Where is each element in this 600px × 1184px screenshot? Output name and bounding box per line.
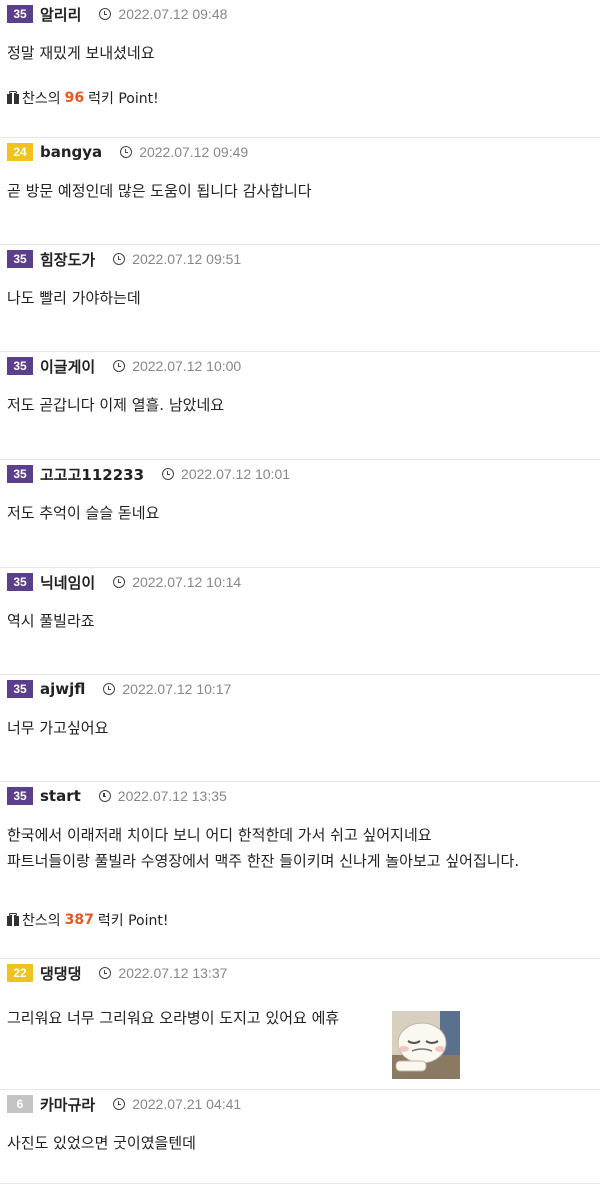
clock-icon bbox=[103, 683, 116, 695]
comment-text-line: 한국에서 이래저래 치이다 보니 어디 한적한데 가서 쉬고 싶어지네요 bbox=[7, 826, 432, 844]
comment-header: 6 카마규라 2022.07.21 04:41 bbox=[7, 1094, 242, 1115]
lucky-number: 96 bbox=[64, 90, 85, 106]
level-badge: 35 bbox=[7, 465, 33, 483]
comment-header: 35 닉네임이 2022.07.12 10:14 bbox=[7, 572, 242, 593]
comment-date: 2022.07.12 09:51 bbox=[132, 251, 242, 267]
comment-date: 2022.07.12 13:35 bbox=[117, 788, 227, 804]
comment-body: 저도 곧갑니다 이제 열흘. 남았네요 bbox=[7, 392, 224, 418]
lucky-suffix: 럭키 Point! bbox=[88, 91, 159, 107]
clock-icon bbox=[98, 790, 111, 802]
clock-icon bbox=[113, 253, 126, 265]
clock-icon bbox=[99, 967, 112, 979]
comment-body: 곧 방문 예정인데 많은 도움이 됩니다 감사합니다 bbox=[7, 178, 312, 204]
gift-icon bbox=[7, 913, 19, 926]
author-nickname[interactable]: bangya bbox=[40, 143, 102, 161]
comment-text-line: 그리워요 너무 그리워요 오라병이 도지고 있어요 에휴 bbox=[7, 1009, 340, 1027]
comment-date: 2022.07.12 13:37 bbox=[118, 965, 228, 981]
comment-item: 35 힘장도가 2022.07.12 09:51 나도 빨리 가야하는데 bbox=[0, 245, 600, 352]
clock-icon bbox=[120, 146, 133, 158]
lucky-suffix: 럭키 Point! bbox=[97, 913, 169, 929]
comment-body: 그리워요 너무 그리워요 오라병이 도지고 있어요 에휴 bbox=[7, 1005, 339, 1031]
level-badge: 35 bbox=[7, 250, 33, 268]
comment-text-line: 나도 빨리 가야하는데 bbox=[7, 289, 141, 307]
author-nickname[interactable]: 알리리 bbox=[40, 4, 81, 25]
author-nickname[interactable]: 이글게이 bbox=[40, 356, 95, 377]
level-badge: 22 bbox=[7, 964, 33, 982]
clock-icon bbox=[99, 8, 112, 20]
comment-text-line: 파트너들이랑 풀빌라 수영장에서 맥주 한잔 들이키며 신나게 놀아보고 싶어집… bbox=[7, 852, 520, 870]
comment-text-line: 저도 곧갑니다 이제 열흘. 남았네요 bbox=[7, 396, 225, 414]
comment-body: 사진도 있었으면 굿이였을텐데 bbox=[7, 1130, 196, 1156]
clock-icon bbox=[113, 1098, 126, 1110]
comment-item: 22 댕댕댕 2022.07.12 13:37 그리워요 너무 그리워요 오라병이 도… bbox=[0, 959, 600, 1090]
level-badge: 6 bbox=[7, 1095, 33, 1113]
level-badge: 35 bbox=[7, 573, 33, 591]
comment-item: 35 닉네임이 2022.07.12 10:14 역시 풀빌라죠 bbox=[0, 568, 600, 675]
comment-header: 35 이글게이 2022.07.12 10:00 bbox=[7, 356, 242, 377]
crying-emoticon bbox=[392, 1011, 460, 1079]
clock-icon bbox=[113, 360, 126, 372]
comment-date: 2022.07.12 10:17 bbox=[122, 681, 232, 697]
clock-icon bbox=[113, 576, 126, 588]
clock-icon bbox=[162, 468, 175, 480]
lucky-point: 찬스의 387 럭키 Point! bbox=[7, 910, 168, 930]
comment-header: 35 알리리 2022.07.12 09:48 bbox=[7, 4, 228, 25]
lucky-prefix: 찬스의 bbox=[22, 913, 61, 929]
comment-text-line: 저도 추억이 슬슬 돋네요 bbox=[7, 504, 160, 522]
comment-item: 35 알리리 2022.07.12 09:48 정말 재밌게 보내셨네요찬스의 96 럭키… bbox=[0, 0, 600, 138]
gift-icon bbox=[7, 91, 19, 104]
comment-date: 2022.07.12 10:00 bbox=[132, 358, 242, 374]
comment-header: 35 ajwjfl 2022.07.12 10:17 bbox=[7, 680, 231, 698]
comment-body: 나도 빨리 가야하는데 bbox=[7, 285, 141, 311]
comment-body: 역시 풀빌라죠 bbox=[7, 608, 95, 634]
comment-text-line: 곧 방문 예정인데 많은 도움이 됩니다 감사합니다 bbox=[7, 182, 312, 200]
comment-date: 2022.07.12 09:49 bbox=[139, 144, 249, 160]
author-nickname[interactable]: 닉네임이 bbox=[40, 572, 95, 593]
level-badge: 35 bbox=[7, 787, 33, 805]
level-badge: 35 bbox=[7, 5, 33, 23]
level-badge: 24 bbox=[7, 143, 33, 161]
comment-text-line: 너무 가고싶어요 bbox=[7, 719, 109, 737]
level-badge: 35 bbox=[7, 357, 33, 375]
comment-body: 너무 가고싶어요 bbox=[7, 715, 108, 741]
comment-date: 2022.07.12 10:01 bbox=[181, 466, 291, 482]
comment-header: 35 start 2022.07.12 13:35 bbox=[7, 787, 227, 805]
comment-date: 2022.07.21 04:41 bbox=[132, 1096, 242, 1112]
level-badge: 35 bbox=[7, 680, 33, 698]
author-nickname[interactable]: start bbox=[40, 787, 81, 805]
comment-header: 22 댕댕댕 2022.07.12 13:37 bbox=[7, 963, 228, 984]
author-nickname[interactable]: 힘장도가 bbox=[40, 249, 95, 270]
author-nickname[interactable]: ajwjfl bbox=[40, 680, 85, 698]
lucky-prefix: 찬스의 bbox=[22, 91, 61, 107]
author-nickname[interactable]: 댕댕댕 bbox=[40, 963, 81, 984]
comment-date: 2022.07.12 10:14 bbox=[132, 574, 242, 590]
comment-item: 6 카마규라 2022.07.21 04:41 사진도 있었으면 굿이였을텐데 bbox=[0, 1090, 600, 1184]
comment-item: 35 고고고112233 2022.07.12 10:01 저도 추억이 슬슬 돋네요 bbox=[0, 460, 600, 568]
comment-header: 35 힘장도가 2022.07.12 09:51 bbox=[7, 249, 242, 270]
comment-header: 35 고고고112233 2022.07.12 10:01 bbox=[7, 464, 291, 485]
comment-body: 저도 추억이 슬슬 돋네요 bbox=[7, 500, 159, 526]
comment-item: 35 ajwjfl 2022.07.12 10:17 너무 가고싶어요 bbox=[0, 675, 600, 782]
comment-body: 정말 재밌게 보내셨네요 bbox=[7, 40, 155, 66]
comment-body: 한국에서 이래저래 치이다 보니 어디 한적한데 가서 쉬고 싶어지네요파트너들… bbox=[7, 822, 519, 874]
author-nickname[interactable]: 고고고112233 bbox=[40, 464, 144, 485]
lucky-number: 387 bbox=[64, 912, 94, 928]
lucky-point: 찬스의 96 럭키 Point! bbox=[7, 88, 159, 108]
comment-item: 35 이글게이 2022.07.12 10:00 저도 곧갑니다 이제 열흘. 남았네… bbox=[0, 352, 600, 460]
comment-date: 2022.07.12 09:48 bbox=[118, 6, 228, 22]
author-nickname[interactable]: 카마규라 bbox=[40, 1094, 95, 1115]
comment-item: 35 start 2022.07.12 13:35 한국에서 이래저래 치이다 보니 … bbox=[0, 782, 600, 959]
comment-text-line: 사진도 있었으면 굿이였을텐데 bbox=[7, 1134, 196, 1152]
comment-text-line: 정말 재밌게 보내셨네요 bbox=[7, 44, 155, 62]
comment-header: 24 bangya 2022.07.12 09:49 bbox=[7, 143, 248, 161]
comment-text-line: 역시 풀빌라죠 bbox=[7, 612, 95, 630]
comment-item: 24 bangya 2022.07.12 09:49 곧 방문 예정인데 많은 도움이… bbox=[0, 138, 600, 245]
